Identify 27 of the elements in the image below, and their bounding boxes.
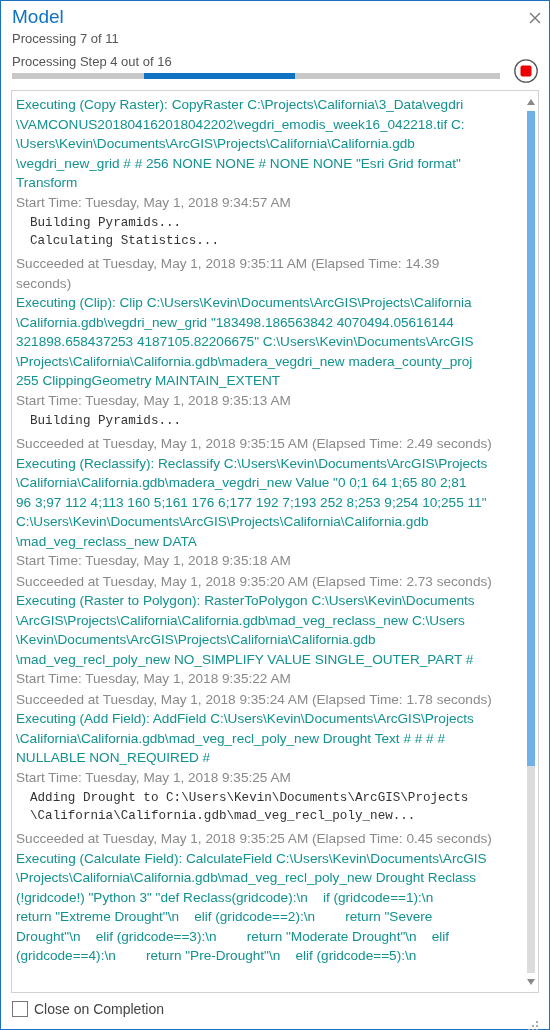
- close-icon[interactable]: [529, 12, 541, 24]
- command-text: Executing (Copy Raster): CopyRaster C:\Projects\California\3_Data\vegdri \VAMCONUS201804162018042202\vegdri_emodis_week16_042218.tif C: \Users\Kevin\Documents\ArcGIS\Projects\California\California.gdb \vegdri_new_grid # # 256 NONE NONE # NONE NONE "Esri Grid format" Transform: [16, 96, 465, 192]
- start-time: Start Time: Tuesday, May 1, 2018 9:34:57 AM: [16, 193, 291, 212]
- command-text: Executing (Add Field): AddField C:\Users\Kevin\Documents\ArcGIS\Projects \California\California.gdb\mad_veg_recl_poly_new Drought Text # # # # NULLABLE NON_REQUIRED #: [16, 710, 474, 767]
- start-time: Start Time: Tuesday, May 1, 2018 9:35:18 AM: [16, 552, 291, 570]
- start-time: Start Time: Tuesday, May 1, 2018 9:35:22 AM: [16, 670, 291, 688]
- success-message: Succeeded at Tuesday, May 1, 2018 9:35:15 AM (Elapsed Time: 2.49 seconds): [16, 435, 492, 453]
- tool-message: Adding Drought to C:\Users\Kevin\Documents\ArcGIS\Projects \California\California.gdb\mad_veg_recl_poly_new...: [30, 790, 469, 825]
- tool-message: Building Pyramids...: [30, 413, 182, 430]
- progress-label: Processing Step 4 out of 16: [12, 54, 172, 69]
- start-time: Start Time: Tuesday, May 1, 2018 9:35:13 AM: [16, 391, 291, 410]
- stop-button[interactable]: [514, 59, 538, 83]
- checkbox[interactable]: [12, 1001, 28, 1017]
- start-time: Start Time: Tuesday, May 1, 2018 9:35:25 AM: [16, 768, 291, 787]
- status-text: Processing 7 of 11: [12, 31, 119, 46]
- command-text: Executing (Raster to Polygon): RasterToPolygon C:\Users\Kevin\Documents \ArcGIS\Projects\California\California.gdb\mad_veg_reclass_new C:\Users \Kevin\Documents\ArcGIS\Projects\California\California.gdb \mad_veg_recl_poly_new NO_SIMPLIFY VALUE SINGLE_OUTER_PART #: [16, 592, 475, 669]
- success-message: Succeeded at Tuesday, May 1, 2018 9:35:24 AM (Elapsed Time: 1.78 seconds): [16, 690, 492, 709]
- tool-message: Building Pyramids... Calculating Statistics...: [30, 215, 219, 250]
- success-message: Succeeded at Tuesday, May 1, 2018 9:35:11 AM (Elapsed Time: 14.39 seconds): [16, 255, 440, 293]
- command-text: Executing (Reclassify): Reclassify C:\Users\Kevin\Documents\ArcGIS\Projects \California\California.gdb\madera_vegdri_new Value "0 0;1 64 1;65 80 2;81 96 3;97 112 4;113 160 5;161 176 6;177 192 7;193 252 8;253 9;254 10;255 11" C:\Users\Kevin\Documents\ArcGIS\Projects\California\California.gdb \mad_veg_reclass_new DATA: [16, 454, 488, 551]
- command-text: Executing (Calculate Field): CalculateField C:\Users\Kevin\Documents\ArcGIS \Projects\California\California.gdb\mad_veg_recl_poly_new Drought Reclass (!gridcode!) "Python 3" "def Reclass(gridcode):\n if (gridcode==1):\n return "Extreme Drought"\n elif (gridcode==2):\n return "Severe Drought"\n elif (gridcode==3):\n return "Moderate Drought"\n elif (gridcode==4):\n return "Pre-Drought"\n elif (gridcode==5):\n: [16, 849, 487, 965]
- window-title: Model: [12, 5, 64, 29]
- command-text: Executing (Clip): Clip C:\Users\Kevin\Documents\ArcGIS\Projects\California \California.gdb\vegdri_new_grid "183498.186563842 4070494.05616144 321898.658437253 4187105.82206675" C:\Users\Kevin\Documents\ArcGIS \Projects\California\California.gdb\madera_vegdri_new madera_county_proj 255 ClippingGeometry MAINTAIN_EXTENT: [16, 294, 474, 390]
- success-message: Succeeded at Tuesday, May 1, 2018 9:35:20 AM (Elapsed Time: 2.73 seconds): [16, 572, 492, 591]
- success-message: Succeeded at Tuesday, May 1, 2018 9:35:25 AM (Elapsed Time: 0.45 seconds): [16, 830, 492, 848]
- resize-grip-icon[interactable]: [528, 1021, 538, 1030]
- checkbox-label[interactable]: Close on Completion: [34, 1001, 164, 1017]
